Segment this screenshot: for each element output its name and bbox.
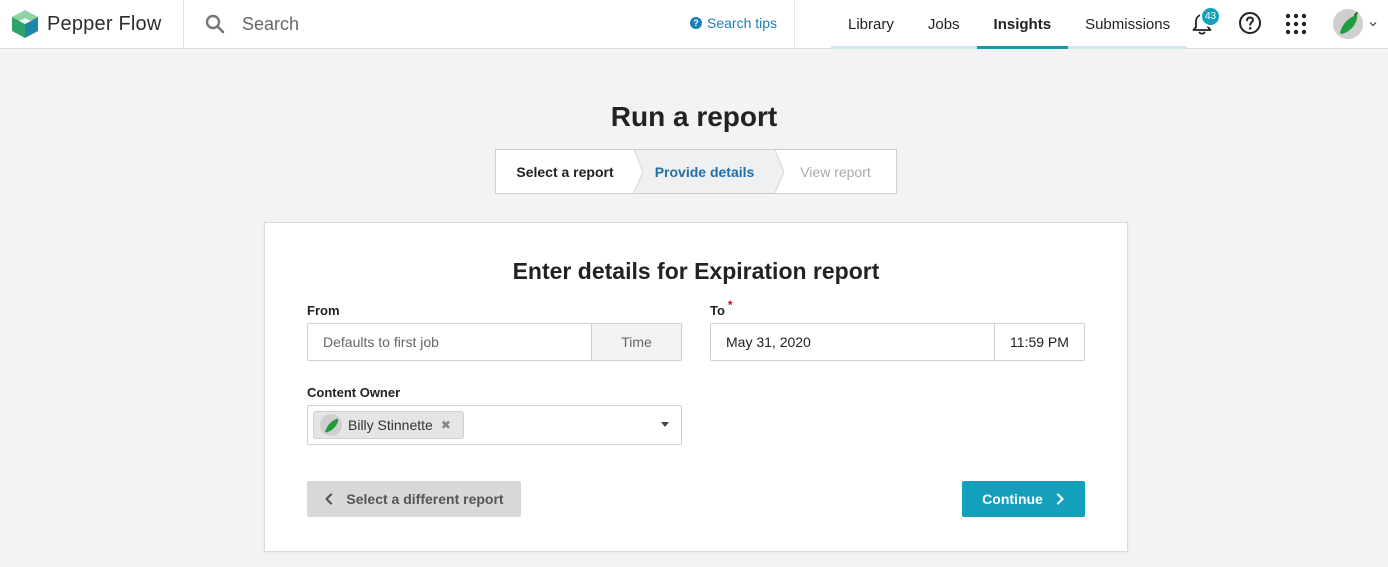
to-field: May 31, 2020 11:59 PM xyxy=(710,323,1085,361)
dropdown-arrow-icon[interactable] xyxy=(661,422,669,427)
from-field: Defaults to first job Time xyxy=(307,323,682,361)
continue-button[interactable]: Continue xyxy=(962,481,1085,517)
pepper-flow-logo-icon xyxy=(12,10,38,38)
help-circle-icon: ? xyxy=(690,17,702,29)
from-label: From xyxy=(307,303,340,318)
step-provide-details: Provide details xyxy=(634,150,784,193)
pepper-avatar-icon xyxy=(320,414,342,436)
brand[interactable]: Pepper Flow xyxy=(0,0,184,48)
remove-icon[interactable]: ✖ xyxy=(441,418,451,432)
step-select-report[interactable]: Select a report xyxy=(496,150,643,193)
owner-chip: Billy Stinnette ✖ xyxy=(313,411,464,439)
to-date-input[interactable]: May 31, 2020 xyxy=(711,324,994,360)
form-title: Enter details for Expiration report xyxy=(512,258,880,284)
page-title: Run a report xyxy=(610,101,778,132)
nav-divider xyxy=(794,0,795,48)
tab-library[interactable]: Library xyxy=(831,0,911,49)
back-button-label: Select a different report xyxy=(346,491,504,507)
owner-avatar xyxy=(320,414,342,436)
step-separator-icon xyxy=(634,150,643,193)
search-input[interactable] xyxy=(242,10,662,38)
continue-button-label: Continue xyxy=(982,491,1043,507)
search-icon xyxy=(205,14,225,34)
top-navigation-bar: Pepper Flow ? Search tips Library Jobs I… xyxy=(0,0,1388,49)
select-different-report-button[interactable]: Select a different report xyxy=(307,481,521,517)
step-label: Provide details xyxy=(654,163,755,180)
report-details-card: Enter details for Expiration report From… xyxy=(264,222,1128,552)
chevron-down-icon[interactable] xyxy=(1368,19,1378,29)
content-owner-select[interactable]: Billy Stinnette ✖ xyxy=(307,405,682,445)
apps-grid-icon[interactable] xyxy=(1285,13,1307,35)
tab-submissions[interactable]: Submissions xyxy=(1068,0,1188,49)
main-tabs: Library Jobs Insights Submissions xyxy=(831,0,1188,49)
search-tips-label: Search tips xyxy=(707,15,778,31)
chevron-right-icon xyxy=(1056,493,1064,505)
user-avatar[interactable] xyxy=(1333,9,1363,39)
app-name: Pepper Flow xyxy=(47,12,162,35)
from-time-input[interactable]: Time xyxy=(591,324,681,360)
to-time-input[interactable]: 11:59 PM xyxy=(994,324,1084,360)
help-icon[interactable] xyxy=(1238,11,1262,35)
pepper-avatar-icon xyxy=(1333,9,1363,39)
step-label: Select a report xyxy=(516,163,614,180)
to-label: To * xyxy=(710,298,733,318)
tab-jobs[interactable]: Jobs xyxy=(910,0,977,49)
chevron-left-icon xyxy=(325,493,333,505)
from-date-input[interactable]: Defaults to first job xyxy=(308,324,591,360)
required-marker: * xyxy=(727,298,733,312)
report-steps: Select a report Provide details View rep… xyxy=(495,149,897,194)
to-label-text: To xyxy=(710,303,725,318)
search-tips-link[interactable]: ? Search tips xyxy=(690,15,777,31)
tab-insights[interactable]: Insights xyxy=(976,0,1069,49)
notifications-count-badge: 43 xyxy=(1200,6,1221,27)
step-label: View report xyxy=(800,163,871,180)
step-separator-icon xyxy=(775,150,784,193)
content-owner-label: Content Owner xyxy=(307,385,401,400)
owner-name: Billy Stinnette xyxy=(348,417,433,433)
step-view-report: View report xyxy=(775,150,896,193)
